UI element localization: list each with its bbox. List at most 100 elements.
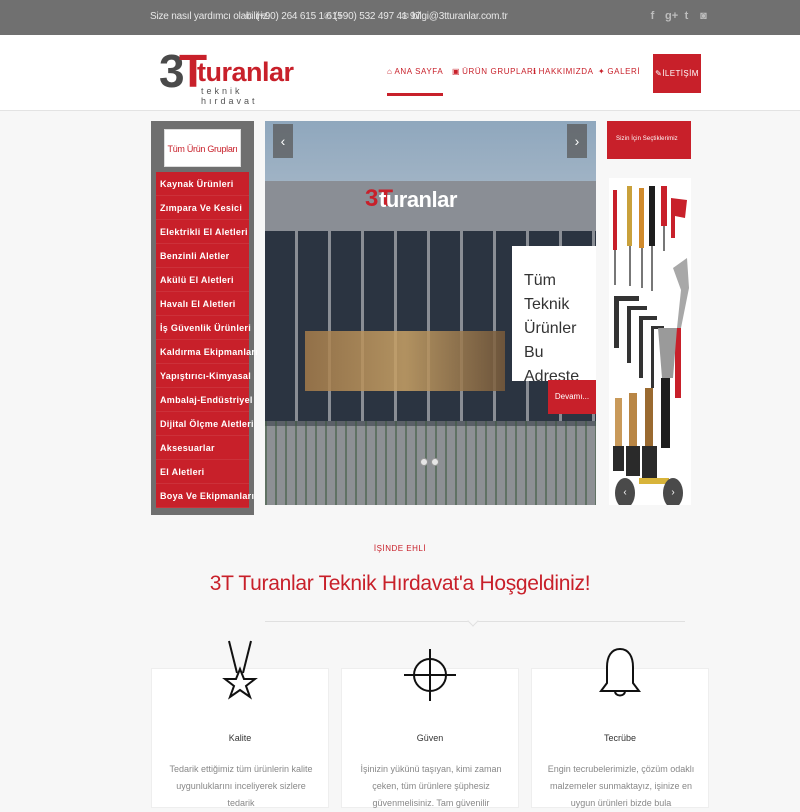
contact-label: İLETİŞİM bbox=[662, 69, 699, 78]
brush-handle bbox=[629, 393, 637, 448]
feature-card-quality: Kalite Tedarik ettiğimiz tüm ürünlerin k… bbox=[151, 640, 329, 808]
slide-more-button[interactable]: Devamı... bbox=[548, 380, 596, 414]
screwdriver-red bbox=[613, 190, 617, 250]
screwdriver-shaft bbox=[614, 250, 616, 285]
picks-header: Sizin İçin Seçtiklerimiz bbox=[607, 121, 691, 159]
category-list: Kaynak Ürünleri Zımpara Ve Kesici Elektr… bbox=[156, 172, 258, 508]
twitter-icon[interactable]: t bbox=[682, 10, 691, 22]
picks-carousel: ‹ › bbox=[609, 178, 691, 505]
mail-icon: ✉ bbox=[401, 11, 409, 21]
brush-bristles bbox=[626, 446, 640, 476]
category-item[interactable]: Zımpara Ve Kesici bbox=[156, 196, 249, 220]
category-item[interactable]: İş Güvenlik Ürünleri bbox=[156, 316, 251, 340]
hero-slider: 3T turanlar ‹ › Tüm Teknik Ürünler Bu Ad… bbox=[265, 121, 596, 505]
nav-home[interactable]: ⌂ ANA SAYFA bbox=[387, 67, 444, 96]
category-item[interactable]: Dijital Ölçme Aletleri bbox=[156, 412, 253, 436]
brush-bristles bbox=[613, 446, 624, 471]
logo-mark-3: 3 bbox=[159, 45, 185, 97]
category-item[interactable]: Ambalaj-Endüstriyel bbox=[156, 388, 252, 412]
screwdriver-black bbox=[649, 186, 655, 246]
allen-key bbox=[639, 316, 657, 378]
facebook-icon[interactable]: f bbox=[648, 10, 657, 22]
instagram-icon[interactable]: ◙ bbox=[699, 10, 708, 22]
feature-title: Güven bbox=[416, 733, 444, 743]
feature-card-trust: Güven İşinizin yükünü taşıyan, kimi zama… bbox=[341, 649, 519, 808]
logo-subtitle: teknik hırdavat bbox=[201, 86, 258, 106]
info-icon: ℹ bbox=[533, 67, 537, 76]
screwdriver-orange bbox=[639, 188, 644, 248]
slider-next-button[interactable]: › bbox=[567, 124, 587, 158]
category-sidebar: Tüm Ürün Grupları Kaynak Ürünleri Zımpar… bbox=[151, 121, 258, 515]
google-plus-icon[interactable]: g+ bbox=[665, 10, 678, 22]
chevron-left-icon: ‹ bbox=[623, 487, 627, 498]
nav-about[interactable]: ℹ HAKKIMIZDA bbox=[533, 67, 594, 76]
contact-button[interactable]: ✎İLETİŞİM bbox=[653, 54, 701, 93]
category-item[interactable]: El Aletleri bbox=[156, 460, 249, 484]
pliers bbox=[673, 258, 689, 328]
brush-handle bbox=[661, 378, 670, 448]
feature-text: Engin tecrubelerimizle, çözüm odaklı mal… bbox=[547, 764, 695, 808]
nav-product-groups[interactable]: ▣ ÜRÜN GRUPLARI bbox=[452, 67, 536, 76]
slide-caption: Tüm Teknik Ürünler Bu Adreste bbox=[512, 246, 596, 385]
category-item[interactable]: Akülü El Aletleri bbox=[156, 268, 249, 292]
picks-prev-button[interactable]: ‹ bbox=[615, 478, 635, 505]
slider-dot[interactable] bbox=[420, 458, 428, 466]
feature-text: İşinizin yükünü taşıyan, kimi zaman çeke… bbox=[360, 764, 502, 808]
chevron-right-icon: › bbox=[574, 133, 580, 149]
screwdriver-shaft bbox=[641, 248, 643, 288]
store-sign: 3T turanlar bbox=[265, 181, 596, 231]
screwdriver-shaft bbox=[629, 246, 631, 286]
category-item[interactable]: Elektrikli El Aletleri bbox=[156, 220, 249, 244]
nav-home-label: ANA SAYFA bbox=[394, 67, 444, 76]
feature-text: Tedarik ettiğimiz tüm ürünlerin kalite u… bbox=[169, 764, 313, 808]
category-item[interactable]: Yapıştırıcı-Kimyasal bbox=[156, 364, 251, 388]
feature-card-experience: Tecrübe Engin tecrubelerimizle, çözüm od… bbox=[531, 647, 709, 808]
medal-icon bbox=[222, 640, 258, 700]
category-item[interactable]: Kaynak Ürünleri bbox=[156, 172, 249, 196]
allen-key bbox=[614, 296, 639, 348]
nav-gallery[interactable]: ✦ GALERİ bbox=[598, 67, 640, 76]
slider-dot[interactable] bbox=[431, 458, 439, 466]
category-item[interactable]: Boya Ve Ekipmanları bbox=[156, 484, 254, 508]
slider-dots bbox=[420, 458, 439, 466]
site-header: 3 T turanlar teknik hırdavat ⌂ ANA SAYFA … bbox=[0, 35, 800, 111]
chevron-right-icon: › bbox=[671, 487, 675, 498]
category-item[interactable]: Havalı El Aletleri bbox=[156, 292, 249, 316]
logo[interactable]: 3 T turanlar teknik hırdavat bbox=[159, 45, 299, 106]
category-item[interactable]: Benzinli Aletler bbox=[156, 244, 249, 268]
category-item[interactable]: Aksesuarlar bbox=[156, 436, 249, 460]
nav-gallery-label: GALERİ bbox=[607, 67, 641, 76]
welcome-title: 3T Turanlar Teknik Hırdavat'a Hoşgeldini… bbox=[209, 572, 591, 595]
scraper-blade bbox=[658, 328, 677, 378]
all-categories-header[interactable]: Tüm Ürün Grupları bbox=[164, 129, 241, 167]
category-item[interactable]: Kaldırma Ekipmanları bbox=[156, 340, 258, 364]
social-links: f g+ t ◙ bbox=[648, 10, 708, 22]
slide-caption-text: Tüm Teknik Ürünler Bu Adreste bbox=[524, 272, 580, 385]
divider-notch bbox=[467, 615, 479, 627]
allen-key bbox=[627, 306, 647, 363]
feature-title: Tecrübe bbox=[603, 733, 637, 743]
brush-handle bbox=[615, 398, 622, 448]
phone-icon: ✆ bbox=[323, 11, 331, 21]
screwdriver-shaft bbox=[663, 226, 665, 251]
store-interior bbox=[305, 331, 505, 391]
picks-next-button[interactable]: › bbox=[663, 478, 683, 505]
screwdriver-shaft bbox=[651, 246, 653, 291]
screwdriver-yellow bbox=[627, 186, 632, 246]
clamp bbox=[671, 198, 687, 238]
store-sign-text: turanlar bbox=[379, 187, 457, 212]
brush-bristles bbox=[642, 446, 657, 478]
nav-product-groups-label: ÜRÜN GRUPLARI bbox=[462, 67, 537, 76]
home-icon: ⌂ bbox=[387, 67, 393, 76]
logo-name: turanlar bbox=[197, 57, 294, 87]
phone-icon: ✆ bbox=[245, 11, 253, 21]
box-icon: ▣ bbox=[452, 67, 461, 76]
section-eyebrow: İŞİNDE EHLİ bbox=[373, 544, 427, 553]
bell-icon bbox=[599, 647, 641, 697]
email-text: bilgi@3tturanlar.com.tr bbox=[412, 11, 508, 22]
slider-prev-button[interactable]: ‹ bbox=[273, 124, 293, 158]
email-link[interactable]: ✉ bilgi@3tturanlar.com.tr bbox=[400, 11, 508, 22]
top-bar: Size nasıl yardımcı olabiliriz. ✆ (+90) 2… bbox=[0, 0, 800, 35]
crosshair-icon bbox=[404, 649, 456, 701]
screwdriver-red-2 bbox=[661, 186, 667, 226]
